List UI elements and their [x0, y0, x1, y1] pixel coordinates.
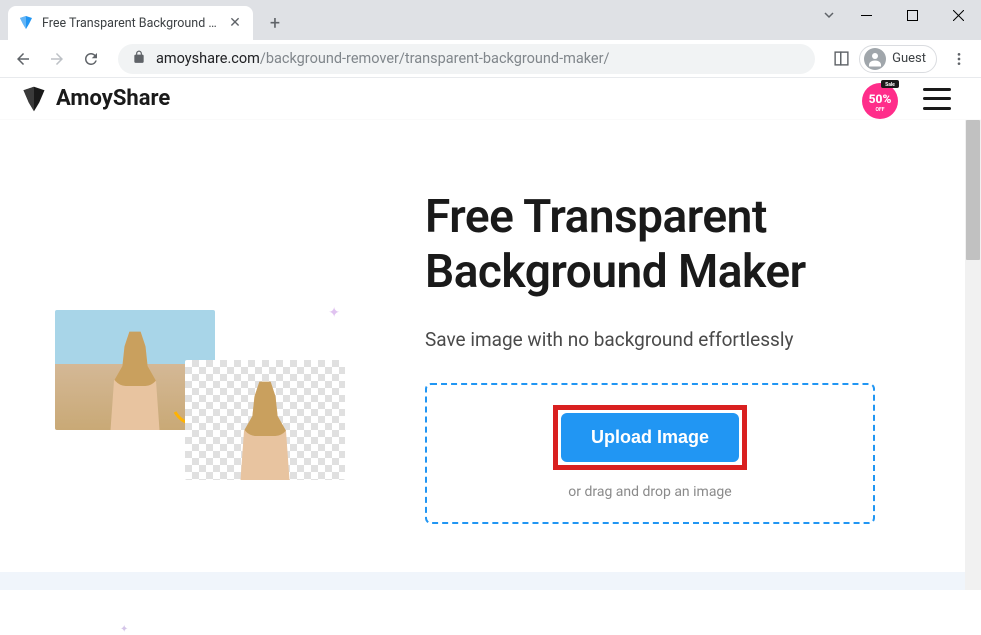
- back-button[interactable]: [8, 44, 38, 74]
- section-divider: [0, 572, 965, 590]
- avatar-icon: [864, 48, 886, 70]
- site-header: AmoyShare Sale 50% OFF: [0, 78, 981, 120]
- profile-button[interactable]: Guest: [859, 45, 937, 73]
- tab-favicon-icon: [18, 15, 34, 31]
- url-text: amoyshare.com/background-remover/transpa…: [156, 50, 610, 67]
- reading-list-icon[interactable]: [827, 45, 855, 73]
- page-content: ✦ ✦ Free Transparent Background Maker Sa…: [0, 120, 981, 590]
- sale-badge[interactable]: Sale 50% OFF: [859, 78, 901, 120]
- upload-highlight: Upload Image: [553, 405, 747, 470]
- new-tab-button[interactable]: +: [261, 9, 289, 37]
- browser-menu-icon[interactable]: [945, 45, 973, 73]
- svg-text:OFF: OFF: [876, 107, 885, 113]
- tab-close-icon[interactable]: ✕: [227, 15, 243, 31]
- address-bar[interactable]: amoyshare.com/background-remover/transpa…: [118, 44, 815, 74]
- minimize-button[interactable]: [843, 0, 889, 30]
- page-heading: Free Transparent Background Maker: [425, 190, 936, 300]
- reload-button[interactable]: [76, 44, 106, 74]
- hero-illustration: ✦ ✦: [55, 310, 385, 590]
- browser-toolbar: amoyshare.com/background-remover/transpa…: [0, 40, 981, 78]
- svg-text:Sale: Sale: [885, 82, 895, 88]
- tab-title: Free Transparent Background M: [42, 16, 219, 31]
- sample-transparent-image: [185, 360, 345, 480]
- page-subheading: Save image with no background effortless…: [425, 328, 936, 351]
- window-controls: [843, 0, 981, 30]
- sparkle-icon: ✦: [328, 305, 340, 321]
- logo-text: AmoyShare: [56, 86, 170, 111]
- browser-titlebar: Free Transparent Background M ✕ +: [0, 0, 981, 40]
- browser-tab[interactable]: Free Transparent Background M ✕: [8, 6, 253, 40]
- scrollbar-thumb[interactable]: [966, 120, 980, 260]
- forward-button[interactable]: [42, 44, 72, 74]
- close-window-button[interactable]: [935, 0, 981, 30]
- logo-mark-icon: [20, 85, 48, 113]
- upload-dropzone[interactable]: Upload Image or drag and drop an image: [425, 383, 875, 524]
- upload-button[interactable]: Upload Image: [561, 413, 739, 462]
- menu-button[interactable]: [923, 88, 951, 110]
- tab-search-icon[interactable]: [822, 7, 836, 26]
- svg-text:50%: 50%: [869, 92, 892, 106]
- scrollbar[interactable]: [965, 120, 981, 590]
- sparkle-icon: ✦: [120, 624, 128, 635]
- site-logo[interactable]: AmoyShare: [20, 85, 170, 113]
- profile-label: Guest: [892, 51, 926, 66]
- drag-drop-text: or drag and drop an image: [427, 484, 873, 500]
- lock-icon: [132, 50, 146, 68]
- maximize-button[interactable]: [889, 0, 935, 30]
